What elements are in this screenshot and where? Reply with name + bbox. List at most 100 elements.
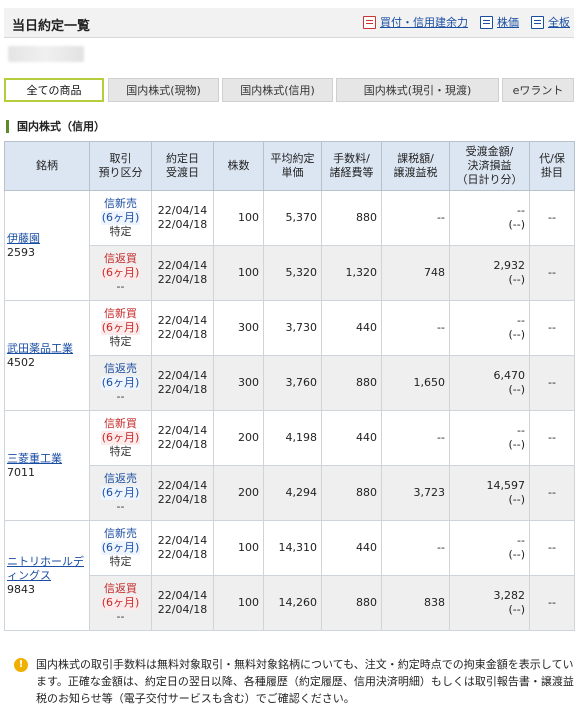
table-header-row: 銘柄 取引 預り区分 約定日 受渡日 株数 平均約定 単価 手数料/諸経費等 課税額/… — [4, 141, 575, 191]
fee-cell: 440 — [321, 300, 382, 356]
table-row: 信返買 (6ヶ月) -- 22/04/14 22/04/18 100 5,320 1,320 7… — [5, 245, 575, 301]
settle-amount: -- — [517, 534, 525, 547]
table-body: 伊藤園 2593 信新売 (6ヶ月) 特定 22/04/14 22/04/18 100 5,37… — [4, 190, 575, 631]
tax-cell: -- — [381, 300, 450, 356]
fee-cell: 880 — [321, 575, 382, 631]
trade-type-cell: 信新売 (6ヶ月) 特定 — [89, 190, 152, 246]
tab-ewarrant[interactable]: eワラント — [502, 78, 574, 102]
trade-type-wrap: 信新買 (6ヶ月) 特定 — [94, 307, 147, 349]
page-header: 当日約定一覧 買付・信用建余力 株価 全板 — [4, 8, 574, 38]
buying-power-link[interactable]: 買付・信用建余力 — [380, 14, 468, 30]
stock-name-cell: 伊藤園 2593 — [4, 190, 90, 301]
trade-type-cell: 信返買 (6ヶ月) -- — [89, 575, 152, 631]
trade-type-wrap: 信返買 (6ヶ月) -- — [94, 582, 147, 624]
date-cell: 22/04/14 22/04/18 — [151, 300, 214, 356]
stock-price-link[interactable]: 株価 — [497, 14, 519, 30]
avg-price-cell: 4,198 — [263, 410, 322, 466]
trade-type: 信新買 — [104, 307, 137, 320]
settle-amount: 2,932 — [493, 259, 526, 272]
trade-type-cell: 信返買 (6ヶ月) -- — [89, 245, 152, 301]
avg-price-cell: 4,294 — [263, 465, 322, 521]
trade-date: 22/04/14 — [157, 424, 208, 437]
fee-cell: 880 — [321, 465, 382, 521]
trade-term: (6ヶ月) — [100, 596, 141, 610]
trade-term: (6ヶ月) — [100, 266, 141, 280]
trade-type-wrap: 信新売 (6ヶ月) 特定 — [94, 197, 147, 239]
stock-name-link[interactable]: 三菱重工業 — [7, 452, 85, 466]
trade-type: 信返買 — [104, 252, 137, 265]
tax-cell: 748 — [381, 245, 450, 301]
fee-cell: 880 — [321, 190, 382, 246]
full-board-link[interactable]: 全板 — [548, 14, 570, 30]
table-row: 信返売 (6ヶ月) -- 22/04/14 22/04/18 300 3,760 880 1,6… — [5, 355, 575, 411]
account-type: -- — [116, 390, 125, 403]
trade-date: 22/04/14 — [157, 369, 208, 382]
substitute-cell: -- — [529, 190, 575, 246]
day-trade-pl: (--) — [508, 383, 525, 396]
table-row: 信返売 (6ヶ月) -- 22/04/14 22/04/18 200 4,294 880 3,7… — [5, 465, 575, 521]
account-name-blurred — [8, 46, 84, 62]
day-trade-pl: (--) — [508, 603, 525, 616]
section-title: 国内株式（信用） — [6, 120, 105, 133]
tab-all-products[interactable]: 全ての商品 — [4, 78, 104, 102]
quantity-cell: 100 — [213, 245, 264, 301]
tab-domestic-spot[interactable]: 国内株式(現物) — [108, 78, 219, 102]
settle-amount-cell: -- (--) — [449, 190, 530, 246]
avg-price-cell: 14,260 — [263, 575, 322, 631]
substitute-cell: -- — [529, 410, 575, 466]
tab-domestic-margin[interactable]: 国内株式(信用) — [222, 78, 333, 102]
substitute-cell: -- — [529, 575, 575, 631]
col-header-fee: 手数料/諸経費等 — [321, 141, 382, 191]
date-cell: 22/04/14 22/04/18 — [151, 410, 214, 466]
margin-icon — [363, 15, 376, 29]
trade-type-cell: 信新買 (6ヶ月) 特定 — [89, 410, 152, 466]
trade-term: (6ヶ月) — [100, 376, 141, 390]
quantity-cell: 200 — [213, 465, 264, 521]
avg-price-cell: 5,320 — [263, 245, 322, 301]
settle-amount-cell: -- (--) — [449, 520, 530, 576]
account-type: -- — [116, 280, 125, 293]
substitute-cell: -- — [529, 355, 575, 411]
day-trade-pl: (--) — [508, 328, 525, 341]
substitute-cell: -- — [529, 300, 575, 356]
trade-type-cell: 信新買 (6ヶ月) 特定 — [89, 300, 152, 356]
settle-amount-cell: 3,282 (--) — [449, 575, 530, 631]
date-cell: 22/04/14 22/04/18 — [151, 520, 214, 576]
stock-name-cell: 三菱重工業 7011 — [4, 410, 90, 521]
stock-code: 9843 — [7, 582, 35, 596]
disclaimer-note: ! 国内株式の取引手数料は無料対象取引・無料対象銘柄についても、注文・約定時点で… — [14, 656, 576, 707]
quantity-cell: 300 — [213, 355, 264, 411]
table-row: 信返買 (6ヶ月) -- 22/04/14 22/04/18 100 14,260 880 83… — [5, 575, 575, 631]
product-tabs: 全ての商品 国内株式(現物) 国内株式(信用) 国内株式(現引・現渡) eワラン… — [4, 78, 574, 102]
substitute-cell: -- — [529, 520, 575, 576]
header-links: 買付・信用建余力 株価 全板 — [363, 14, 570, 30]
col-header-substitute: 代/保 掛目 — [529, 141, 575, 191]
account-type: 特定 — [109, 445, 132, 458]
trade-type-cell: 信返売 (6ヶ月) -- — [89, 465, 152, 521]
col-header-tax: 課税額/譲渡益税 — [381, 141, 450, 191]
trade-type: 信返買 — [104, 582, 137, 595]
trade-type-cell: 信返売 (6ヶ月) -- — [89, 355, 152, 411]
fee-cell: 1,320 — [321, 245, 382, 301]
stock-name-link[interactable]: ニトリホールディングス — [7, 555, 85, 583]
col-header-price: 平均約定 単価 — [263, 141, 322, 191]
quantity-cell: 300 — [213, 300, 264, 356]
stock-name-link[interactable]: 武田薬品工業 — [7, 342, 85, 356]
day-trade-pl: (--) — [508, 218, 525, 231]
settle-date: 22/04/18 — [157, 273, 208, 286]
avg-price-cell: 5,370 — [263, 190, 322, 246]
account-type: -- — [116, 610, 125, 623]
fee-cell: 440 — [321, 520, 382, 576]
settle-amount-cell: 14,597 (--) — [449, 465, 530, 521]
stock-name-link[interactable]: 伊藤園 — [7, 232, 85, 246]
stock-name-cell: ニトリホールディングス 9843 — [4, 520, 90, 631]
warning-icon: ! — [14, 658, 28, 672]
quantity-cell: 100 — [213, 575, 264, 631]
trade-term: (6ヶ月) — [100, 431, 141, 445]
settle-amount-cell: 2,932 (--) — [449, 245, 530, 301]
quantity-cell: 100 — [213, 520, 264, 576]
trade-date: 22/04/14 — [157, 314, 208, 327]
trade-type-wrap: 信返売 (6ヶ月) -- — [94, 362, 147, 404]
tab-domestic-delivery[interactable]: 国内株式(現引・現渡) — [336, 78, 499, 102]
trade-term: (6ヶ月) — [100, 486, 141, 500]
